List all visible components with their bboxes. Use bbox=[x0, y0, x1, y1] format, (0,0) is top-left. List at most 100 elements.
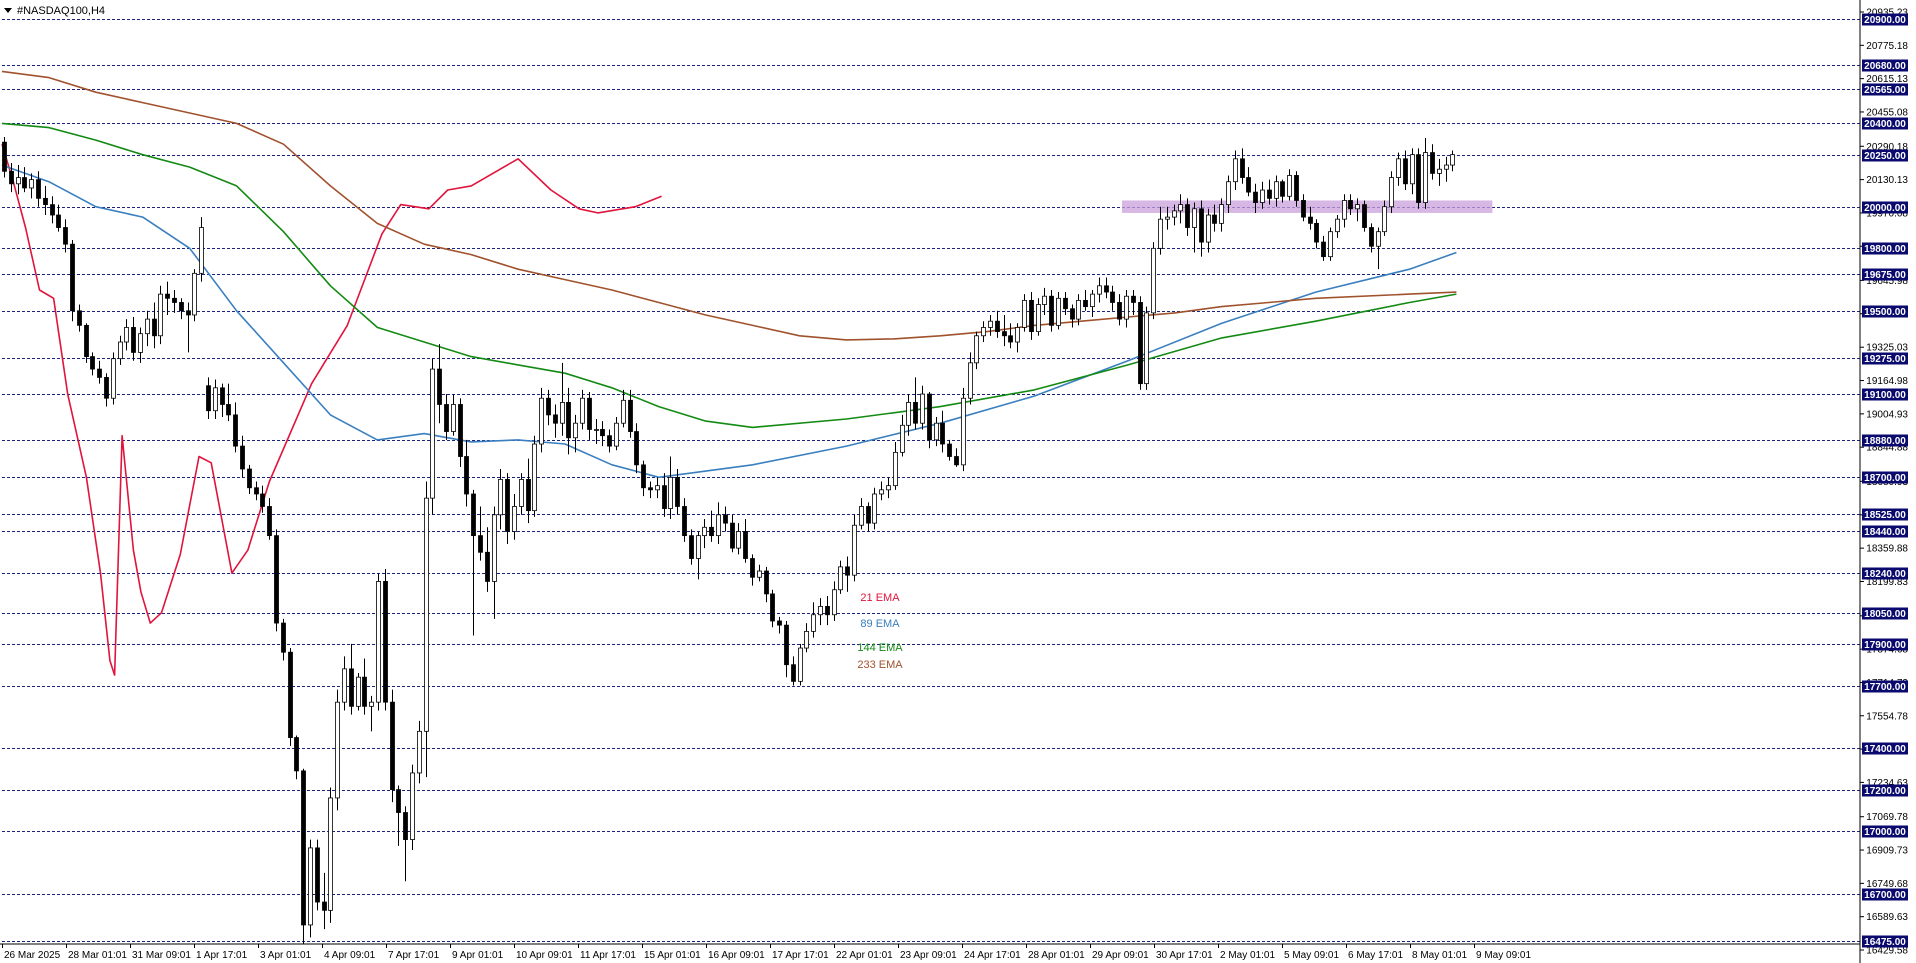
candle-body bbox=[655, 485, 660, 491]
candle-body bbox=[152, 318, 157, 337]
candle-body bbox=[1287, 175, 1292, 197]
candle-body bbox=[410, 772, 415, 840]
candle-body bbox=[1002, 331, 1007, 337]
time-tick-label: 3 Apr 01:01 bbox=[260, 950, 312, 961]
candle-body bbox=[369, 701, 374, 707]
candle-body bbox=[1369, 227, 1374, 247]
candle bbox=[1151, 242, 1156, 320]
price-tick-label: 20130.13 bbox=[1866, 175, 1908, 186]
candle bbox=[84, 323, 89, 363]
candle-body bbox=[1355, 204, 1360, 210]
time-tick-label: 30 Apr 17:01 bbox=[1156, 950, 1213, 961]
level-label: 20565.00 bbox=[1864, 85, 1906, 96]
candle-body bbox=[260, 493, 265, 507]
candle bbox=[1362, 200, 1367, 232]
candle-body bbox=[1376, 231, 1381, 247]
candle bbox=[1049, 289, 1054, 332]
candle-body bbox=[342, 668, 347, 703]
candle-body bbox=[600, 429, 605, 437]
level-labels: 20900.00 20680.00 20565.00 20400.00 20250.00… bbox=[1862, 13, 1908, 948]
candle-body bbox=[29, 179, 34, 189]
candle-body bbox=[832, 589, 837, 616]
candle bbox=[430, 358, 435, 515]
candle-body bbox=[920, 393, 925, 424]
candle-body bbox=[70, 243, 75, 312]
candle-body bbox=[138, 333, 143, 353]
candle-body bbox=[614, 422, 619, 447]
candle-body bbox=[573, 422, 578, 439]
candle-body bbox=[1042, 295, 1047, 305]
candle-body bbox=[723, 514, 728, 524]
candle-body bbox=[56, 214, 61, 228]
candle-body bbox=[682, 506, 687, 537]
candle-body bbox=[1212, 214, 1217, 224]
level-label: 19675.00 bbox=[1864, 270, 1906, 281]
price-tick-label: 19164.98 bbox=[1866, 376, 1908, 387]
candle-body bbox=[709, 526, 714, 537]
candle-body bbox=[131, 327, 136, 353]
candle-body bbox=[1301, 200, 1306, 218]
candle-body bbox=[267, 506, 272, 537]
candle-body bbox=[158, 293, 163, 337]
candle-body bbox=[689, 535, 694, 559]
candle-body bbox=[519, 479, 524, 507]
candle-body bbox=[376, 581, 381, 703]
candle-body bbox=[838, 566, 843, 591]
candle-body bbox=[927, 393, 932, 441]
candle-body bbox=[220, 387, 225, 405]
time-tick-label: 9 Apr 01:01 bbox=[452, 950, 504, 961]
resistance-zone bbox=[1122, 200, 1493, 213]
candle-body bbox=[900, 424, 905, 453]
candle-body bbox=[1090, 293, 1095, 308]
candle bbox=[798, 643, 803, 686]
time-tick-label: 9 May 09:01 bbox=[1476, 950, 1531, 961]
candle-body bbox=[485, 551, 490, 582]
candle-body bbox=[356, 676, 361, 707]
candle-body bbox=[791, 664, 796, 682]
candle-body bbox=[1131, 295, 1136, 303]
candle-body bbox=[981, 327, 986, 337]
candle-body bbox=[696, 535, 701, 559]
candle bbox=[532, 435, 537, 517]
candle-body bbox=[1226, 181, 1231, 206]
chart-title: #NASDAQ100,H4 bbox=[17, 5, 105, 17]
ema-legend-label: 233 EMA bbox=[857, 659, 903, 671]
candle-body bbox=[594, 429, 599, 431]
candle-body bbox=[934, 422, 939, 441]
candle-body bbox=[172, 297, 177, 303]
level-label: 16475.00 bbox=[1864, 937, 1906, 948]
candle-body bbox=[281, 622, 286, 653]
candle-body bbox=[512, 506, 517, 532]
time-tick-label: 2 May 01:01 bbox=[1220, 950, 1275, 961]
candle-body bbox=[825, 606, 830, 616]
candle-body bbox=[621, 399, 626, 424]
candle-body bbox=[1280, 181, 1285, 197]
candle-body bbox=[1308, 216, 1313, 224]
candle-body bbox=[1294, 175, 1299, 201]
level-label: 17000.00 bbox=[1864, 827, 1906, 838]
candle-body bbox=[954, 456, 959, 466]
candle-body bbox=[1144, 312, 1149, 385]
candle-body bbox=[804, 630, 809, 649]
candle-body bbox=[165, 293, 170, 299]
candle-body bbox=[641, 464, 646, 489]
price-chart[interactable]: 20935.2320775.1820615.1320455.0820290.18… bbox=[0, 0, 1916, 963]
level-label: 16700.00 bbox=[1864, 890, 1906, 901]
time-tick-label: 28 Mar 01:01 bbox=[68, 950, 127, 961]
candle-body bbox=[1117, 302, 1122, 320]
candle-body bbox=[879, 489, 884, 495]
candle-body bbox=[43, 197, 48, 206]
candle-body bbox=[995, 320, 1000, 333]
candle-body bbox=[1192, 208, 1197, 228]
price-tick-label: 20615.13 bbox=[1866, 74, 1908, 85]
candle bbox=[1328, 227, 1333, 261]
candle-body bbox=[1199, 208, 1204, 243]
level-label: 20000.00 bbox=[1864, 203, 1906, 214]
candle-body bbox=[1335, 218, 1340, 233]
candle-body bbox=[539, 397, 544, 445]
candle-body bbox=[124, 327, 129, 343]
candle-body bbox=[16, 177, 21, 185]
candle-body bbox=[1070, 308, 1075, 320]
candle-body bbox=[77, 310, 82, 326]
candle bbox=[356, 673, 361, 711]
